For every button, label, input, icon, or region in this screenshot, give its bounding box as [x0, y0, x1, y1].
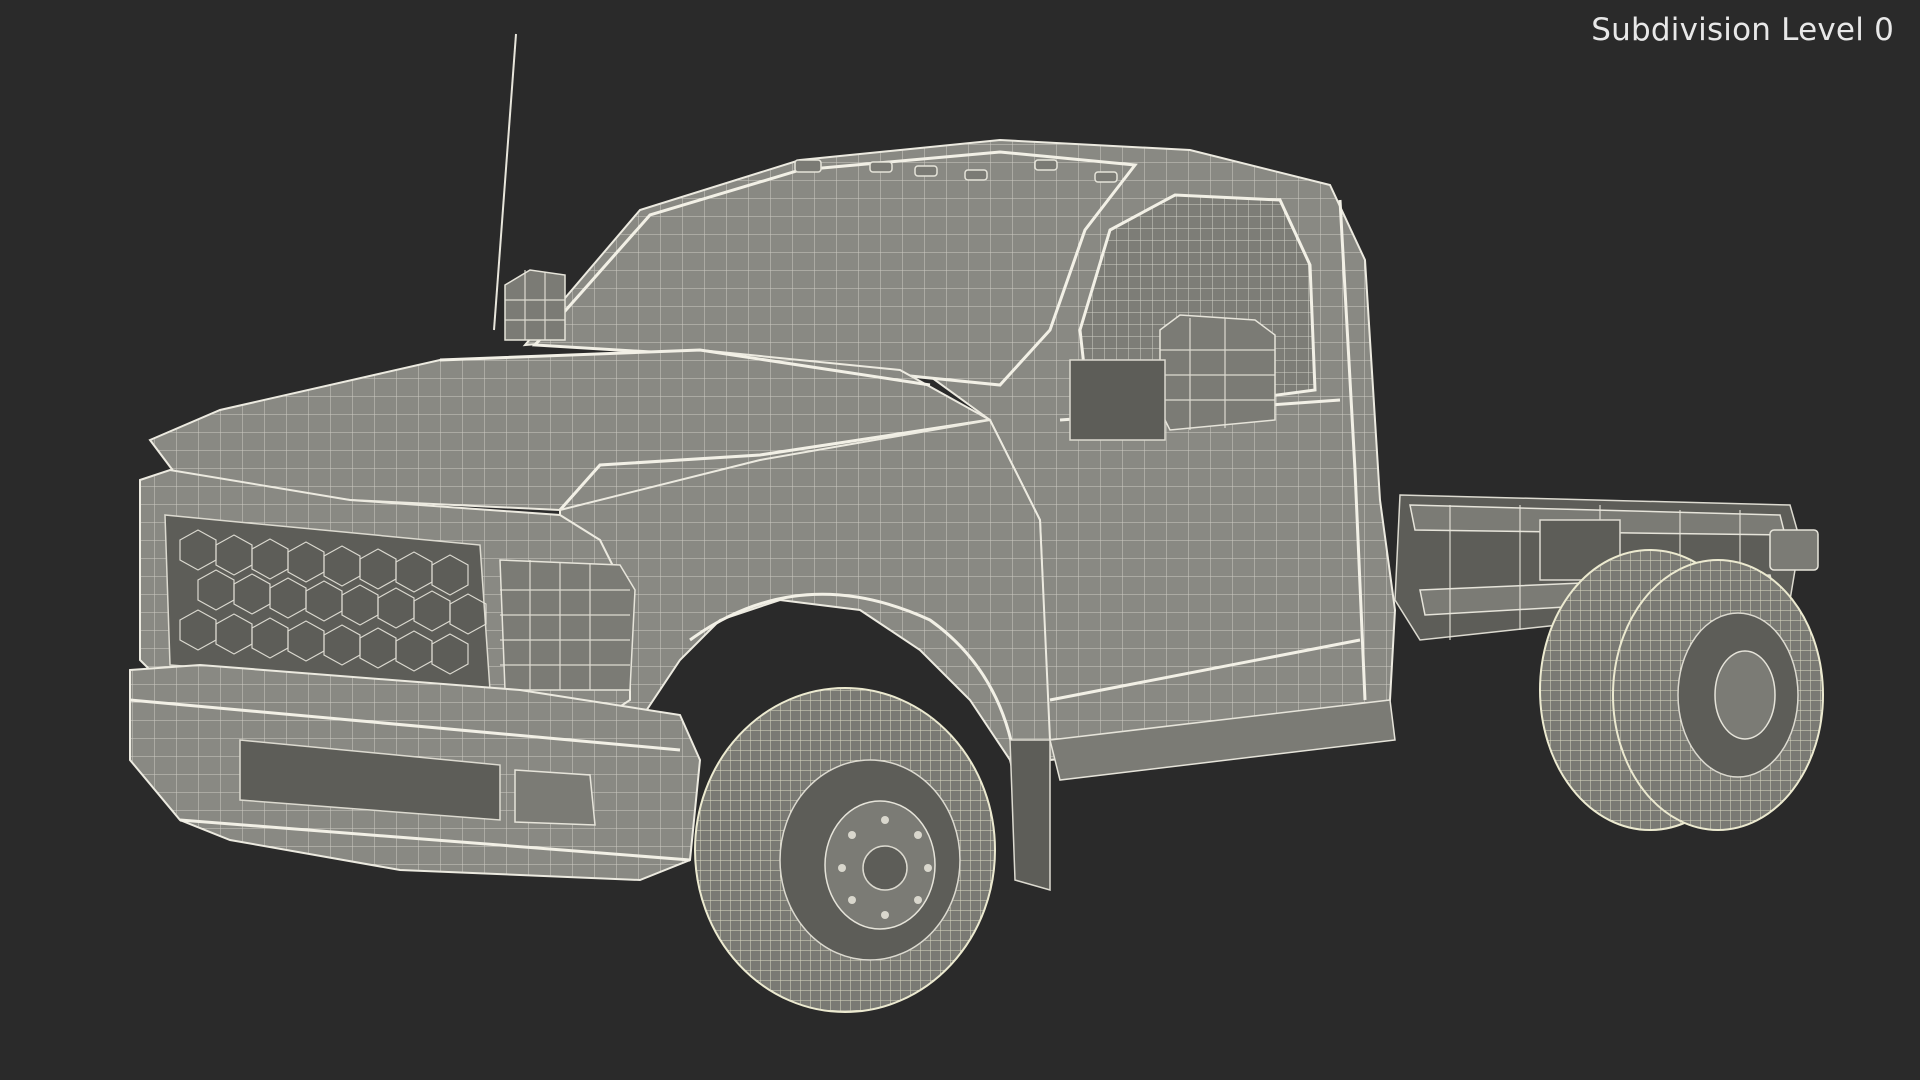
left-side-mirror — [504, 269, 566, 341]
headlight — [499, 559, 636, 691]
rear-wheel — [1539, 549, 1824, 831]
subdivision-level-label: Subdivision Level 0 — [1591, 12, 1894, 48]
truck-wireframe-model — [129, 33, 1824, 1013]
render-viewport: Subdivision Level 0 — [0, 0, 1920, 1080]
front-wheel — [694, 687, 996, 1013]
